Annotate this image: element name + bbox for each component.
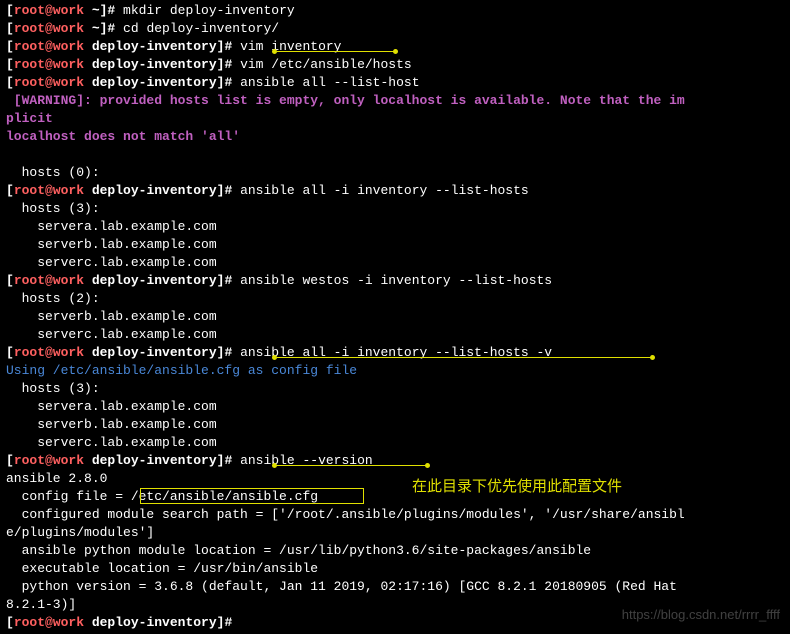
terminal-line: serverc.lab.example.com	[0, 254, 790, 272]
terminal-line: serverc.lab.example.com	[0, 326, 790, 344]
terminal-line: python version = 3.6.8 (default, Jan 11 …	[0, 578, 790, 596]
terminal-line: localhost does not match 'all'	[0, 128, 790, 146]
terminal-output: [root@work ~]# mkdir deploy-inventory[ro…	[0, 2, 790, 632]
terminal-line: [root@work deploy-inventory]#	[0, 614, 790, 632]
terminal-line: [root@work deploy-inventory]# ansible al…	[0, 344, 790, 362]
terminal-line: e/plugins/modules']	[0, 524, 790, 542]
terminal-line: [root@work ~]# cd deploy-inventory/	[0, 20, 790, 38]
terminal-line: ansible python module location = /usr/li…	[0, 542, 790, 560]
terminal-line: executable location = /usr/bin/ansible	[0, 560, 790, 578]
terminal-line: hosts (0):	[0, 164, 790, 182]
terminal-line: servera.lab.example.com	[0, 218, 790, 236]
terminal-line: [root@work deploy-inventory]# ansible al…	[0, 74, 790, 92]
terminal-line: [root@work deploy-inventory]# vim /etc/a…	[0, 56, 790, 74]
terminal-line: servera.lab.example.com	[0, 398, 790, 416]
terminal-line: [WARNING]: provided hosts list is empty,…	[0, 92, 790, 110]
terminal-line: 8.2.1-3)]	[0, 596, 790, 614]
terminal-line: hosts (3):	[0, 200, 790, 218]
terminal-line: hosts (3):	[0, 380, 790, 398]
terminal-line: [root@work ~]# mkdir deploy-inventory	[0, 2, 790, 20]
terminal-line: [root@work deploy-inventory]# ansible --…	[0, 452, 790, 470]
terminal-line: serverc.lab.example.com	[0, 434, 790, 452]
terminal-line: [root@work deploy-inventory]# ansible we…	[0, 272, 790, 290]
terminal-line: hosts (2):	[0, 290, 790, 308]
terminal-line: [root@work deploy-inventory]# vim invent…	[0, 38, 790, 56]
terminal-line: serverb.lab.example.com	[0, 236, 790, 254]
terminal-line: config file = /etc/ansible/ansible.cfg	[0, 488, 790, 506]
terminal-line: [root@work deploy-inventory]# ansible al…	[0, 182, 790, 200]
terminal-line	[0, 146, 790, 164]
terminal-line: ansible 2.8.0	[0, 470, 790, 488]
terminal-line: plicit	[0, 110, 790, 128]
terminal-line: serverb.lab.example.com	[0, 308, 790, 326]
terminal-line: configured module search path = ['/root/…	[0, 506, 790, 524]
terminal-line: serverb.lab.example.com	[0, 416, 790, 434]
terminal-line: Using /etc/ansible/ansible.cfg as config…	[0, 362, 790, 380]
